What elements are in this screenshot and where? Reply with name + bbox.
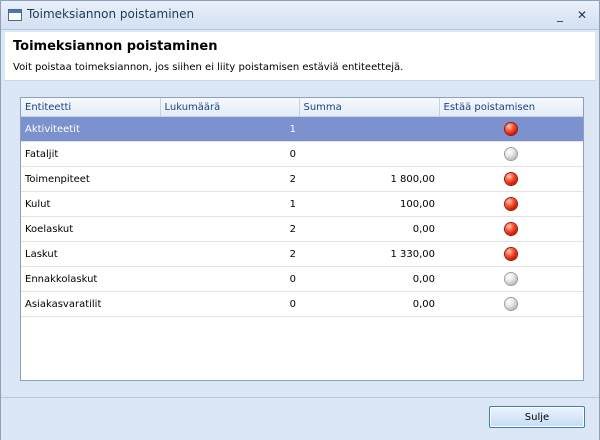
cell-entity: Aktiviteetit [21, 116, 160, 142]
cell-count: 2 [160, 166, 299, 192]
cell-blocks-deletion [439, 116, 583, 142]
cell-sum [299, 141, 439, 167]
non-blocking-indicator-icon [505, 148, 517, 160]
cell-count: 0 [160, 291, 299, 317]
cell-sum: 0,00 [299, 291, 439, 317]
close-button[interactable]: Sulje [489, 406, 585, 428]
non-blocking-indicator-icon [505, 273, 517, 285]
cell-count: 0 [160, 266, 299, 292]
cell-entity: Ennakkolaskut [21, 266, 160, 292]
cell-sum: 0,00 [299, 216, 439, 242]
column-header-count[interactable]: Lukumäärä [160, 98, 300, 117]
dialog-footer: Sulje [1, 397, 599, 440]
table-row[interactable]: Kulut 1 100,00 [21, 191, 583, 217]
dialog-header: Toimeksiannon poistaminen Voit poistaa t… [5, 32, 595, 81]
column-header-entity[interactable]: Entiteetti [21, 98, 161, 117]
cell-sum: 0,00 [299, 266, 439, 292]
table-row[interactable]: Ennakkolaskut 0 0,00 [21, 266, 583, 292]
entity-grid: Entiteetti Lukumäärä Summa Estää poistam… [20, 97, 584, 381]
close-icon[interactable]: ✕ [574, 7, 590, 23]
cell-count: 0 [160, 141, 299, 167]
column-header-sum[interactable]: Summa [299, 98, 440, 117]
blocking-indicator-icon [505, 223, 517, 235]
entity-table: Entiteetti Lukumäärä Summa Estää poistam… [21, 98, 583, 317]
column-header-blocks-deletion[interactable]: Estää poistamisen [439, 98, 583, 117]
title-bar[interactable]: Toimeksiannon poistaminen _ ✕ [1, 1, 599, 30]
dialog-window: Toimeksiannon poistaminen _ ✕ Toimeksian… [0, 0, 600, 440]
table-row[interactable]: Toimenpiteet 2 1 800,00 [21, 166, 583, 192]
cell-count: 2 [160, 241, 299, 267]
cell-sum: 1 330,00 [299, 241, 439, 267]
header-row: Entiteetti Lukumäärä Summa Estää poistam… [21, 98, 583, 117]
cell-blocks-deletion [439, 216, 583, 242]
cell-entity: Koelaskut [21, 216, 160, 242]
cell-sum [299, 116, 439, 142]
cell-blocks-deletion [439, 266, 583, 292]
blocking-indicator-icon [505, 198, 517, 210]
blocking-indicator-icon [505, 248, 517, 260]
cell-sum: 100,00 [299, 191, 439, 217]
cell-blocks-deletion [439, 291, 583, 317]
cell-entity: Toimenpiteet [21, 166, 160, 192]
blocking-indicator-icon [505, 123, 517, 135]
window-title: Toimeksiannon poistaminen [27, 7, 195, 21]
cell-entity: Laskut [21, 241, 160, 267]
table-row[interactable]: Fataljit 0 [21, 141, 583, 167]
non-blocking-indicator-icon [505, 298, 517, 310]
cell-blocks-deletion [439, 241, 583, 267]
table-row[interactable]: Koelaskut 2 0,00 [21, 216, 583, 242]
header-title: Toimeksiannon poistaminen [13, 39, 218, 54]
cell-entity: Fataljit [21, 141, 160, 167]
cell-entity: Asiakasvaratilit [21, 291, 160, 317]
cell-blocks-deletion [439, 191, 583, 217]
cell-blocks-deletion [439, 141, 583, 167]
cell-count: 2 [160, 216, 299, 242]
minimize-icon[interactable]: _ [552, 7, 568, 23]
cell-count: 1 [160, 116, 299, 142]
table-body: Aktiviteetit 1 Fataljit 0 Toimenpiteet 2 1 800… [21, 116, 583, 317]
table-row[interactable]: Asiakasvaratilit 0 0,00 [21, 291, 583, 317]
cell-sum: 1 800,00 [299, 166, 439, 192]
header-description: Voit poistaa toimeksiannon, jos siihen e… [13, 62, 404, 73]
table-row[interactable]: Laskut 2 1 330,00 [21, 241, 583, 267]
blocking-indicator-icon [505, 173, 517, 185]
table-row[interactable]: Aktiviteetit 1 [21, 116, 583, 142]
dialog-content: Entiteetti Lukumäärä Summa Estää poistam… [5, 83, 595, 395]
window-icon [8, 9, 22, 21]
cell-count: 1 [160, 191, 299, 217]
cell-entity: Kulut [21, 191, 160, 217]
cell-blocks-deletion [439, 166, 583, 192]
